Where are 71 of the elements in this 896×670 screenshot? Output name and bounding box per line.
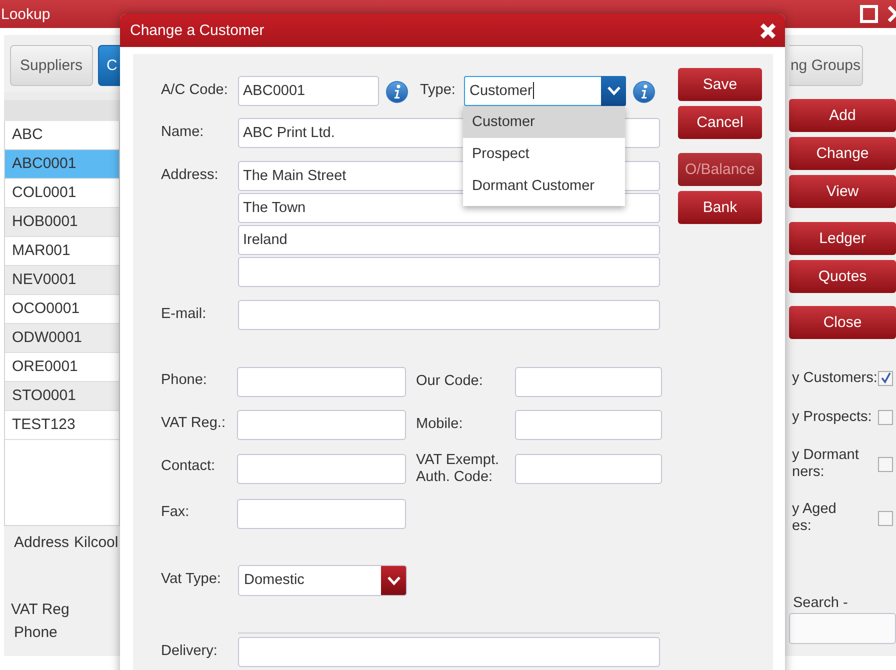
dialog-title: Change a Customer <box>130 22 264 39</box>
search-field[interactable] <box>789 613 896 644</box>
field-label: VAT Exempt. Auth. Code: <box>416 452 500 486</box>
field-label: Type: <box>420 81 456 98</box>
dropdown-option[interactable]: Customer <box>463 106 625 138</box>
input-field[interactable]: ABC0001 <box>238 76 379 106</box>
dropdown-button[interactable] <box>601 76 626 106</box>
field-label: Delivery: <box>161 642 218 659</box>
vat-type-select[interactable]: Domestic <box>238 565 407 596</box>
field-label: VAT Reg.: <box>161 414 226 431</box>
field-label: Vat Type: <box>161 570 222 587</box>
filter-label: y Dormant ners: <box>792 447 859 481</box>
input-field[interactable] <box>238 257 660 287</box>
tab[interactable]: ng Groups <box>789 45 863 86</box>
detail-label: Address <box>14 534 70 553</box>
input-field[interactable] <box>515 454 662 484</box>
list-item[interactable]: HOB0001 <box>5 208 119 237</box>
input-field[interactable] <box>515 366 662 396</box>
field-label: Fax: <box>161 503 190 520</box>
list-item[interactable]: NEV0001 <box>5 266 119 295</box>
input-field[interactable] <box>237 498 406 528</box>
list-item[interactable]: STO0001 <box>5 382 119 411</box>
field-label: A/C Code: <box>161 81 229 98</box>
checkbox[interactable] <box>878 410 893 424</box>
field-label: Name: <box>161 123 205 140</box>
tab[interactable]: C <box>98 45 120 86</box>
dialog-button[interactable]: Save <box>678 68 762 101</box>
field-label: Contact: <box>161 457 216 474</box>
action-button[interactable]: Quotes <box>789 260 896 293</box>
chevron-down-icon <box>606 86 621 96</box>
field-label: Address: <box>161 166 220 183</box>
action-button[interactable]: Ledger <box>789 222 896 255</box>
field-label: E-mail: <box>161 305 208 322</box>
list-item[interactable]: ODW0001 <box>5 324 119 353</box>
checkbox[interactable] <box>878 510 893 526</box>
search-label: Search - <box>792 595 849 611</box>
type-field[interactable]: Customer <box>464 76 602 106</box>
input-field[interactable] <box>238 300 660 330</box>
list-item[interactable]: ABC0001 <box>5 150 119 179</box>
input-field[interactable] <box>238 637 660 667</box>
filter-label: y Prospects: <box>792 408 872 426</box>
detail-label: VAT Reg <box>11 601 70 620</box>
checkbox[interactable] <box>878 456 893 472</box>
dialog-button[interactable]: Bank <box>678 191 762 224</box>
action-button[interactable]: Close <box>789 306 896 339</box>
detail-label: Phone <box>14 624 58 643</box>
chevron-down-icon <box>386 576 400 586</box>
field-label: Phone: <box>161 371 208 388</box>
input-field[interactable] <box>237 366 406 396</box>
input-field[interactable] <box>237 410 406 440</box>
info-icon[interactable] <box>385 80 409 104</box>
filter-label: y Aged es: <box>792 501 836 535</box>
close-icon[interactable] <box>888 6 896 22</box>
close-icon[interactable] <box>759 22 777 40</box>
window-title: Lookup <box>0 6 50 22</box>
maximize-icon[interactable] <box>860 5 878 23</box>
detail-value: Kilcool <box>74 534 118 553</box>
action-button[interactable]: View <box>789 175 896 208</box>
input-field[interactable]: Ireland <box>238 225 660 255</box>
action-button[interactable]: Add <box>789 99 896 132</box>
field-label: Our Code: <box>416 373 484 390</box>
action-button[interactable]: Change <box>789 137 896 170</box>
field-label: Mobile: <box>416 416 464 433</box>
tab[interactable]: Suppliers <box>10 45 93 86</box>
input-field[interactable] <box>515 410 662 440</box>
dialog-button[interactable]: Cancel <box>678 106 762 139</box>
list-item[interactable]: TEST123 <box>5 411 119 440</box>
checkbox[interactable] <box>878 370 893 386</box>
info-icon[interactable] <box>632 80 656 104</box>
filter-label: y Customers: <box>792 370 878 386</box>
input-field[interactable] <box>237 454 406 484</box>
